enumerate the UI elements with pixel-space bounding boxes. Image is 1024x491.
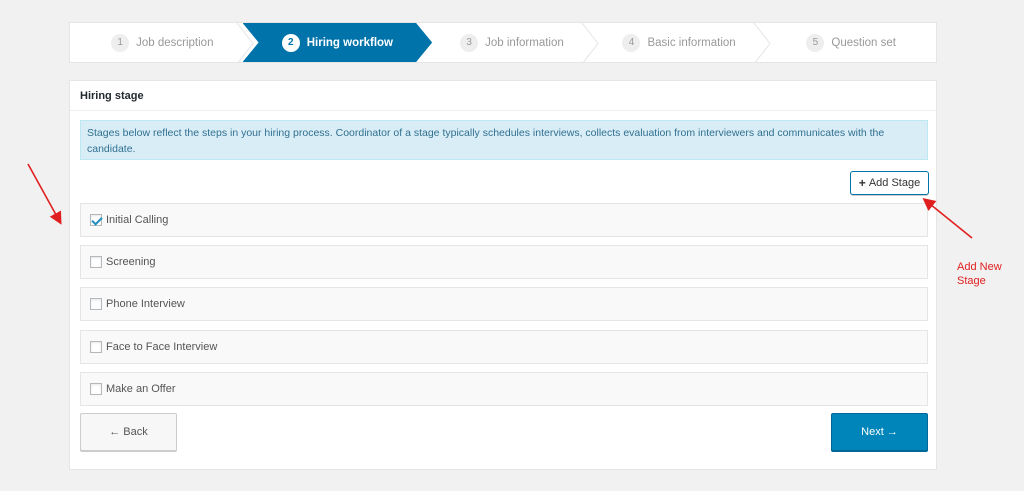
annotation-arrows (27, 163, 973, 239)
add-new-stage-annotation: Add New Stage (957, 260, 1002, 288)
annotation-line: Stage (957, 275, 986, 287)
left-arrow (27, 163, 62, 225)
right-arrow (922, 197, 973, 239)
annotation-line: Add New (957, 261, 1002, 273)
